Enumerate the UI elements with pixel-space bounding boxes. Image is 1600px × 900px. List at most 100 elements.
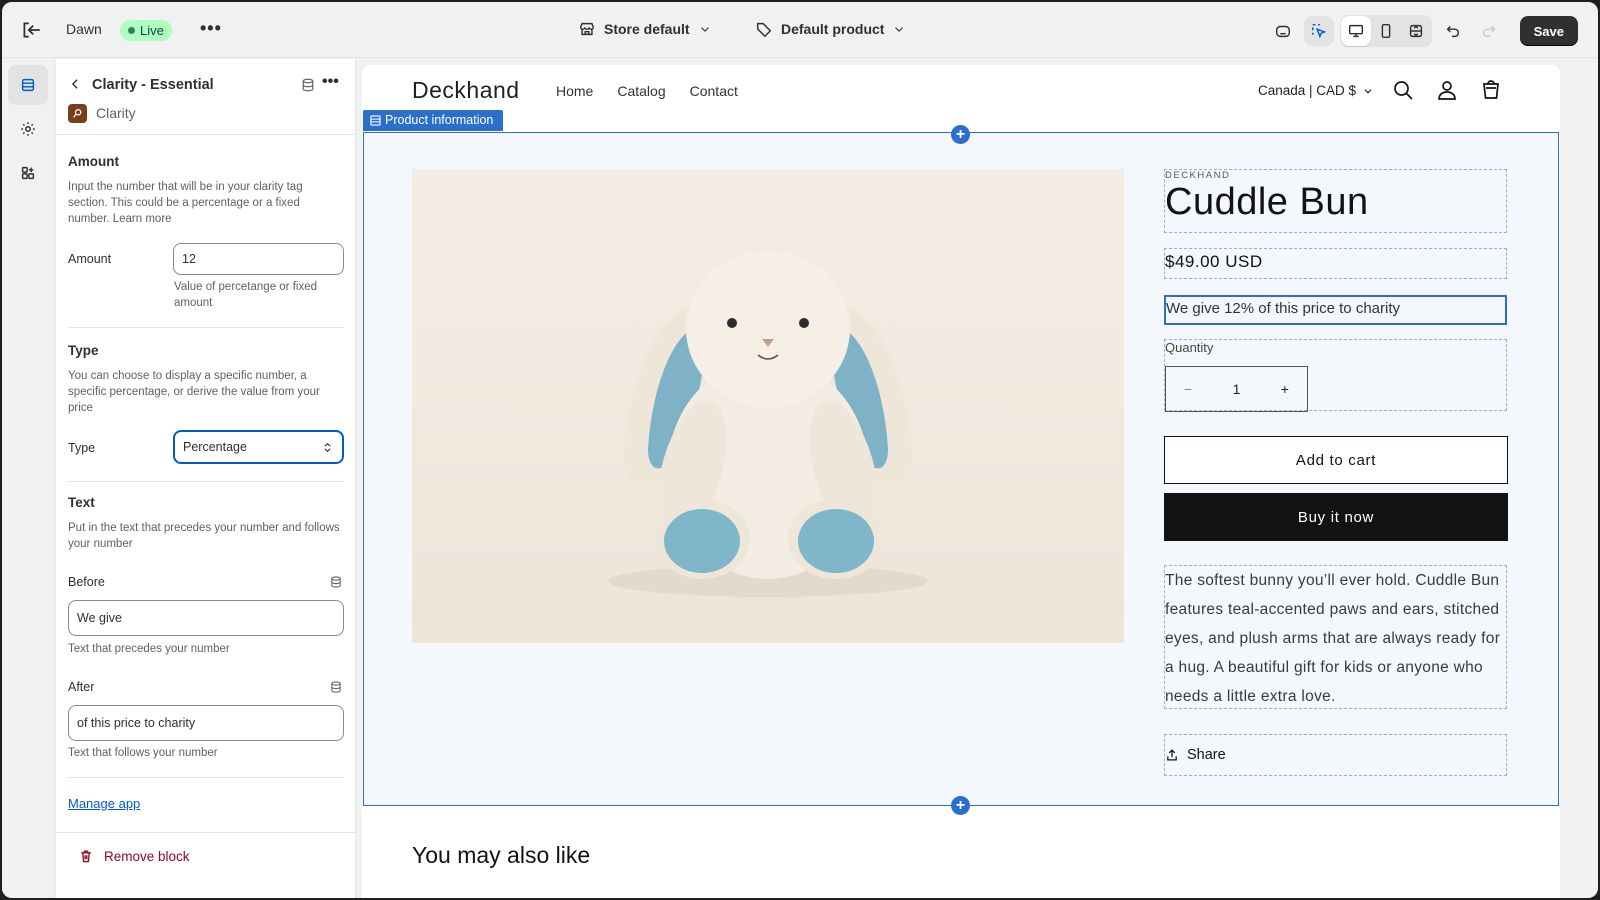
editor-window: Dawn Live ••• Store default Default prod…	[2, 2, 1598, 898]
quantity-value[interactable]: 1	[1233, 381, 1241, 397]
storefront-preview: Deckhand Home Catalog Contact Canada | C…	[362, 65, 1560, 898]
theme-more-button[interactable]: •••	[200, 18, 222, 39]
nav-contact[interactable]: Contact	[690, 83, 738, 99]
product-price: $49.00 USD	[1165, 252, 1263, 271]
remove-block-label: Remove block	[104, 848, 190, 864]
amount-hint: Value of percetange or fixed amount	[174, 281, 317, 309]
chevron-down-icon	[895, 27, 904, 32]
buy-now-button[interactable]: Buy it now	[1164, 493, 1508, 541]
section-tag[interactable]: Product information	[363, 110, 504, 131]
mobile-view-button[interactable]	[1371, 16, 1401, 46]
main-nav: Home Catalog Contact	[556, 83, 738, 99]
vendor-label: DECKHAND	[1165, 170, 1231, 181]
also-like-heading: You may also like	[412, 842, 591, 868]
database-icon[interactable]	[329, 680, 343, 694]
locale-label: Canada | CAD $	[1258, 83, 1357, 98]
gear-icon	[21, 122, 35, 136]
after-label: After	[68, 680, 95, 694]
quantity-increase-button[interactable]: +	[1281, 381, 1289, 397]
amount-label: Amount	[68, 252, 112, 266]
toolbar-actions: Save	[1268, 15, 1578, 47]
fullscreen-view-button[interactable]	[1401, 16, 1431, 46]
section-icon	[370, 115, 381, 126]
locale-selector[interactable]: Canada | CAD $	[1258, 83, 1374, 98]
after-text-input[interactable]: of this price to charity	[68, 705, 344, 741]
share-label: Share	[1187, 747, 1226, 763]
chevron-down-icon	[1364, 88, 1372, 94]
text-section: Text Put in the text that precedes your …	[68, 495, 344, 552]
nav-catalog[interactable]: Catalog	[617, 83, 665, 99]
type-selected-value: Percentage	[183, 440, 247, 454]
database-icon[interactable]	[329, 575, 343, 589]
amount-section: Amount Input the number that will be in …	[68, 154, 344, 227]
product-title-block[interactable]: DECKHAND Cuddle Bun	[1164, 169, 1507, 233]
divider	[56, 832, 355, 833]
after-hint: Text that follows your number	[68, 747, 218, 759]
redo-button[interactable]	[1474, 16, 1504, 46]
sparkle-robot-icon	[1275, 25, 1290, 38]
undo-icon	[1446, 25, 1459, 38]
add-section-below-button[interactable]: +	[951, 796, 970, 815]
product-context-selector[interactable]: Default product	[755, 20, 906, 38]
share-icon	[1167, 749, 1177, 761]
save-button[interactable]: Save	[1519, 16, 1578, 46]
share-button[interactable]: Share	[1164, 734, 1507, 776]
type-select[interactable]: Percentage	[173, 430, 344, 464]
inspector-button[interactable]	[1303, 16, 1334, 46]
product-context-label: Default product	[781, 21, 885, 37]
cursor-select-icon	[1311, 23, 1326, 39]
theme-name: Dawn	[66, 21, 102, 37]
type-label: Type	[68, 441, 96, 455]
undo-button[interactable]	[1438, 16, 1468, 46]
cart-icon[interactable]	[1480, 79, 1502, 101]
product-description[interactable]: The softest bunny you’ll ever hold. Cudd…	[1164, 565, 1507, 709]
text-description: Put in the text that precedes your numbe…	[68, 522, 340, 550]
section-tag-label: Product information	[385, 113, 494, 127]
ai-assistant-button[interactable]	[1268, 16, 1298, 46]
amount-input[interactable]: 12	[173, 243, 344, 275]
trash-icon	[81, 850, 91, 863]
before-text-input[interactable]: We give	[68, 600, 344, 636]
charity-text: We give 12% of this price to charity	[1166, 300, 1400, 317]
clarity-app-icon	[68, 104, 87, 123]
live-status-badge: Live	[120, 20, 172, 41]
theme-settings-tab[interactable]	[8, 109, 48, 149]
block-more-button[interactable]: •••	[322, 73, 339, 91]
type-section: Type You can choose to display a specifi…	[68, 343, 344, 416]
quantity-decrease-button[interactable]: −	[1184, 381, 1192, 397]
add-to-cart-button[interactable]: Add to cart	[1164, 436, 1508, 484]
block-settings-panel: Clarity - Essential ••• Clarity Amount I…	[56, 59, 356, 898]
exit-icon[interactable]	[20, 19, 42, 41]
remove-block-button[interactable]: Remove block	[78, 848, 190, 864]
sections-tab[interactable]	[8, 65, 48, 105]
viewport-toggle-group	[1339, 15, 1432, 47]
search-icon[interactable]	[1392, 79, 1414, 101]
store-logo[interactable]: Deckhand	[412, 77, 520, 104]
quantity-label: Quantity	[1165, 340, 1214, 355]
nav-home[interactable]: Home	[556, 83, 593, 99]
manage-app-link[interactable]: Manage app	[68, 796, 140, 811]
mobile-icon	[1381, 23, 1390, 39]
fullscreen-icon	[1409, 24, 1422, 38]
chevron-down-icon	[700, 27, 709, 32]
product-image[interactable]	[412, 169, 1124, 643]
divider	[68, 481, 344, 482]
clarity-charity-block[interactable]: We give 12% of this price to charity	[1164, 295, 1507, 325]
before-label: Before	[68, 575, 105, 589]
account-icon[interactable]	[1436, 79, 1458, 101]
top-bar: Dawn Live ••• Store default Default prod…	[2, 2, 1598, 58]
desktop-icon	[1348, 24, 1363, 38]
store-header: Deckhand Home Catalog Contact Canada | C…	[362, 65, 1560, 121]
amount-description: Input the number that will be in your cl…	[68, 181, 303, 225]
desktop-view-button[interactable]	[1340, 16, 1371, 46]
quantity-block: Quantity − 1 +	[1164, 339, 1507, 412]
database-icon[interactable]	[300, 77, 316, 93]
amount-heading: Amount	[68, 154, 119, 169]
store-context-selector[interactable]: Store default	[578, 20, 712, 38]
add-section-above-button[interactable]: +	[951, 125, 970, 144]
back-arrow-icon[interactable]	[68, 77, 82, 91]
app-name: Clarity	[96, 105, 136, 121]
apps-tab[interactable]	[8, 153, 48, 193]
left-rail	[2, 59, 55, 898]
price-block[interactable]: $49.00 USD	[1164, 248, 1507, 279]
